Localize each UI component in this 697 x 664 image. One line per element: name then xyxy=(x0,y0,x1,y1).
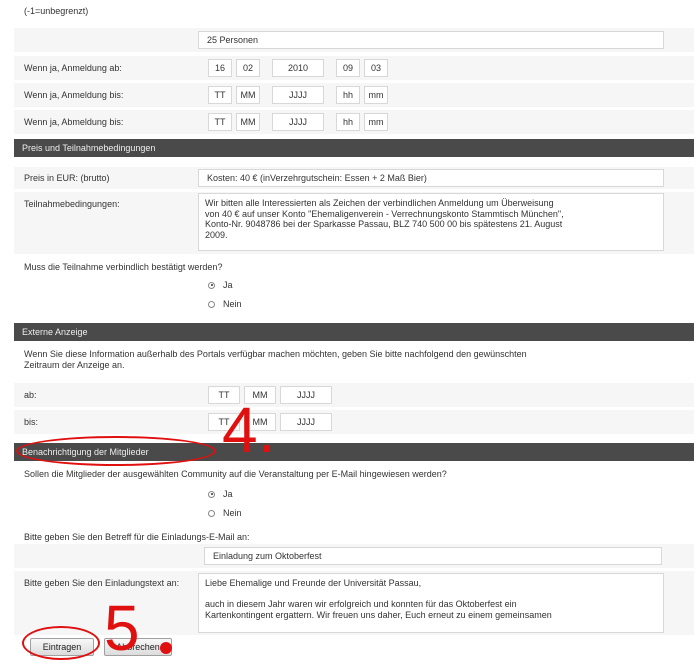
cancellation-until-label: Wenn ja, Abmeldung bis: xyxy=(24,117,124,127)
registration-from-minute[interactable]: 03 xyxy=(364,59,388,77)
registration-from-day[interactable]: 16 xyxy=(208,59,232,77)
confirm-question: Muss die Teilnahme verbindlich bestätigt… xyxy=(24,262,223,272)
registration-from-hour[interactable]: 09 xyxy=(336,59,360,77)
external-from-row xyxy=(14,383,694,407)
annotation-ellipse-notify xyxy=(16,436,216,466)
registration-until-month[interactable]: MM xyxy=(236,86,260,104)
annotation-step-4: 4. xyxy=(222,394,276,466)
registration-from-year[interactable]: 2010 xyxy=(272,59,324,77)
notify-no-radio[interactable] xyxy=(208,509,215,517)
external-description: Wenn Sie diese Information außerhalb des… xyxy=(24,349,527,370)
subject-field[interactable]: Einladung zum Oktoberfest xyxy=(204,547,662,565)
unlimited-note: (-1=unbegrenzt) xyxy=(24,6,89,16)
cancellation-until-month[interactable]: MM xyxy=(236,113,260,131)
registration-from-month[interactable]: 02 xyxy=(236,59,260,77)
registration-from-label: Wenn ja, Anmeldung ab: xyxy=(24,63,122,73)
confirm-yes-option[interactable]: Ja xyxy=(208,280,233,290)
price-field[interactable]: Kosten: 40 € (inVerzehrgutschein: Essen … xyxy=(198,169,664,187)
notify-no-option[interactable]: Nein xyxy=(208,508,242,518)
notify-yes-option[interactable]: Ja xyxy=(208,489,233,499)
external-from-year[interactable]: JJJJ xyxy=(280,386,332,404)
conditions-label: Teilnahmebedingungen: xyxy=(24,199,120,209)
registration-until-year[interactable]: JJJJ xyxy=(272,86,324,104)
registration-until-label: Wenn ja, Anmeldung bis: xyxy=(24,90,124,100)
notify-question: Sollen die Mitglieder der ausgewählten C… xyxy=(24,469,447,479)
confirm-no-label: Nein xyxy=(223,299,242,309)
annotation-ellipse-submit xyxy=(22,626,100,660)
cancellation-until-hour[interactable]: hh xyxy=(336,113,360,131)
invitation-text-label: Bitte geben Sie den Einladungstext an: xyxy=(24,578,180,588)
external-until-row xyxy=(14,410,694,434)
registration-until-day[interactable]: TT xyxy=(208,86,232,104)
external-until-label: bis: xyxy=(24,417,39,427)
conditions-textarea[interactable]: Wir bitten alle Interessierten als Zeich… xyxy=(198,193,664,251)
price-label: Preis in EUR: (brutto) xyxy=(24,173,110,183)
confirm-no-radio[interactable] xyxy=(208,300,215,308)
registration-until-hour[interactable]: hh xyxy=(336,86,360,104)
confirm-yes-label: Ja xyxy=(223,280,233,290)
invitation-textarea[interactable]: Liebe Ehemalige und Freunde der Universi… xyxy=(198,573,664,633)
notify-yes-label: Ja xyxy=(223,489,233,499)
cancellation-until-minute[interactable]: mm xyxy=(364,113,388,131)
notify-no-label: Nein xyxy=(223,508,242,518)
persons-field[interactable]: 25 Personen xyxy=(198,31,664,49)
subject-label: Bitte geben Sie den Betreff für die Einl… xyxy=(24,532,250,542)
annotation-dot xyxy=(160,642,172,654)
confirm-yes-radio[interactable] xyxy=(208,281,215,289)
external-from-label: ab: xyxy=(24,390,37,400)
annotation-step-5: 5 xyxy=(104,592,140,664)
notify-yes-radio[interactable] xyxy=(208,490,215,498)
cancellation-until-year[interactable]: JJJJ xyxy=(272,113,324,131)
cancellation-until-day[interactable]: TT xyxy=(208,113,232,131)
confirm-no-option[interactable]: Nein xyxy=(208,299,242,309)
price-section-header: Preis und Teilnahmebedingungen xyxy=(14,139,694,157)
external-until-year[interactable]: JJJJ xyxy=(280,413,332,431)
registration-until-minute[interactable]: mm xyxy=(364,86,388,104)
external-section-header: Externe Anzeige xyxy=(14,323,694,341)
